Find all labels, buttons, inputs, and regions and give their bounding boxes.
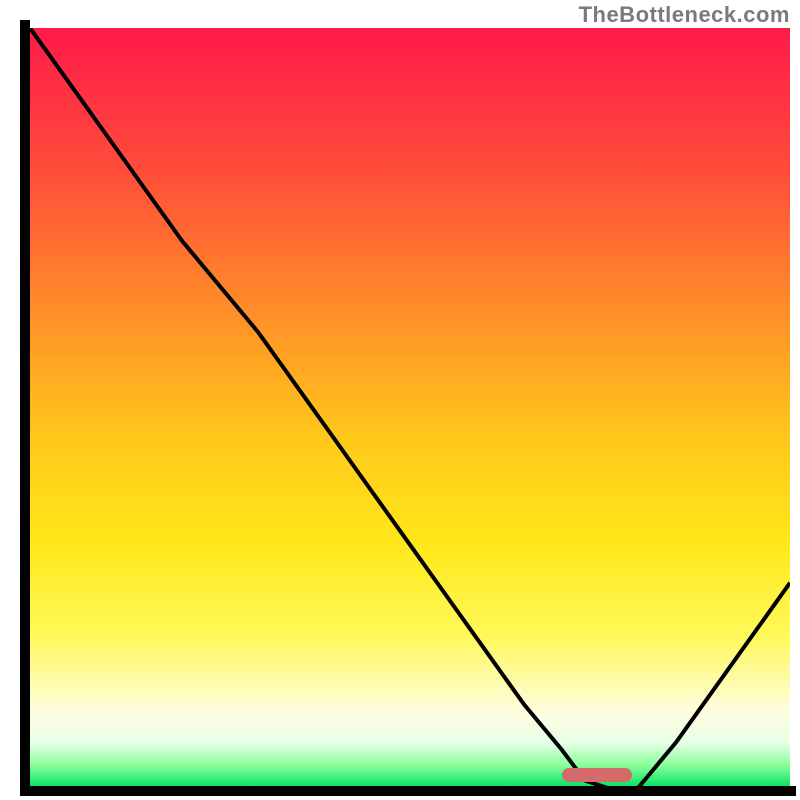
y-axis xyxy=(20,20,30,796)
chart-container: TheBottleneck.com xyxy=(0,0,800,800)
optimal-range-marker xyxy=(562,768,632,782)
watermark-text: TheBottleneck.com xyxy=(579,2,790,28)
bottleneck-curve-path xyxy=(30,28,790,788)
bottleneck-curve-svg xyxy=(30,28,790,788)
